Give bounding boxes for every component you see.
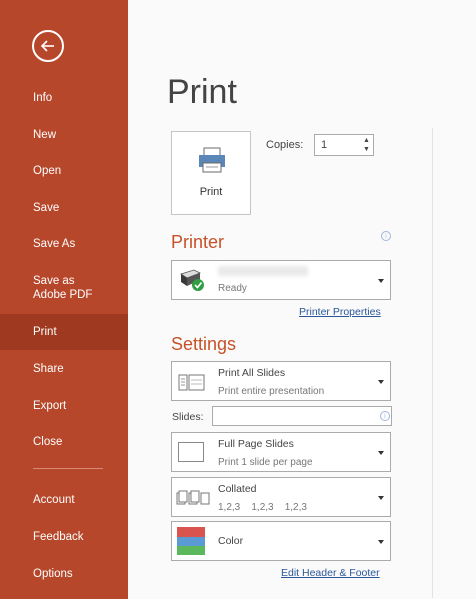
slides-label: Slides: [172,411,204,423]
printer-dropdown[interactable]: Ready [171,260,391,300]
nav-save-as[interactable]: Save As [0,237,128,251]
settings-section-title: Settings [171,334,237,354]
slides-input[interactable] [212,406,392,426]
printer-properties-link[interactable]: Printer Properties [299,306,381,318]
nav-export-label: Export [33,400,67,412]
color-dropdown[interactable]: Color [171,521,391,561]
chevron-down-icon [378,451,384,455]
nav-options-label: Options [33,568,73,580]
slide-range-main: Print All Slides [218,367,286,379]
nav-feedback-label: Feedback [33,531,84,543]
collation-dropdown[interactable]: Collated 1,2,3 1,2,3 1,2,3 [171,477,391,517]
full-page-slide-icon [178,442,204,462]
chevron-down-icon [378,496,384,500]
backstage-sidebar: Info New Open Save Save As Save as Adobe… [0,0,128,599]
slide-range-sub: Print entire presentation [218,386,325,397]
print-pane: Print Print Copies: 1 ▲ ▼ Printer i Read… [128,0,476,599]
nav-info[interactable]: Info [0,91,128,105]
nav-account-label: Account [33,494,75,506]
print-button-label: Print [199,186,223,198]
nav-options[interactable]: Options [0,567,128,581]
layout-main: Full Page Slides [218,438,294,450]
chevron-down-icon [378,540,384,544]
layout-dropdown[interactable]: Full Page Slides Print 1 slide per page [171,432,391,472]
back-arrow-icon [40,40,54,52]
preview-divider [432,128,433,598]
page-title: Print [167,73,237,111]
nav-print[interactable]: Print [0,314,128,350]
spin-up-icon[interactable]: ▲ [363,137,371,145]
nav-save[interactable]: Save [0,201,128,215]
nav-separator [33,468,103,469]
nav-export[interactable]: Export [0,399,128,413]
nav-save-as-adobe-pdf[interactable]: Save as Adobe PDF [0,274,120,302]
copies-label: Copies: [266,139,304,151]
chevron-down-icon [378,380,384,384]
nav-print-label: Print [33,326,57,338]
spin-down-icon[interactable]: ▼ [363,146,371,154]
nav-save-as-label: Save As [33,238,76,250]
collated-icon [176,490,210,505]
nav-account[interactable]: Account [0,493,128,507]
printer-ready-icon [180,269,204,291]
nav-new[interactable]: New [0,128,128,142]
collation-main: Collated [218,483,257,495]
collation-sub: 1,2,3 1,2,3 1,2,3 [218,502,307,513]
nav-share[interactable]: Share [0,362,128,376]
color-main: Color [218,535,244,547]
copies-value: 1 [321,139,328,151]
slides-info-icon[interactable]: i [380,411,390,421]
copies-stepper[interactable]: 1 ▲ ▼ [314,134,374,156]
nav-save-as-adobe-pdf-label: Save as Adobe PDF [33,275,93,301]
nav-open-label: Open [33,165,62,177]
color-swatch-icon [177,527,205,555]
nav-feedback[interactable]: Feedback [0,530,128,544]
printer-section-title: Printer [171,232,225,252]
edit-header-footer-link[interactable]: Edit Header & Footer [281,567,380,579]
nav-save-label: Save [33,202,60,214]
print-button[interactable]: Print [171,131,251,215]
slide-range-dropdown[interactable]: Print All Slides Print entire presentati… [171,361,391,401]
nav-close[interactable]: Close [0,435,128,449]
nav-new-label: New [33,129,57,141]
nav-close-label: Close [33,436,63,448]
printer-status: Ready [218,283,247,294]
nav-info-label: Info [33,92,53,104]
back-button[interactable] [32,30,64,62]
printer-info-icon[interactable]: i [381,231,391,241]
nav-open[interactable]: Open [0,164,128,178]
layout-sub: Print 1 slide per page [218,457,313,468]
printer-name-redacted [218,266,308,276]
chevron-down-icon [378,279,384,283]
nav-share-label: Share [33,363,64,375]
all-slides-icon [178,374,205,391]
printer-icon [199,147,225,173]
